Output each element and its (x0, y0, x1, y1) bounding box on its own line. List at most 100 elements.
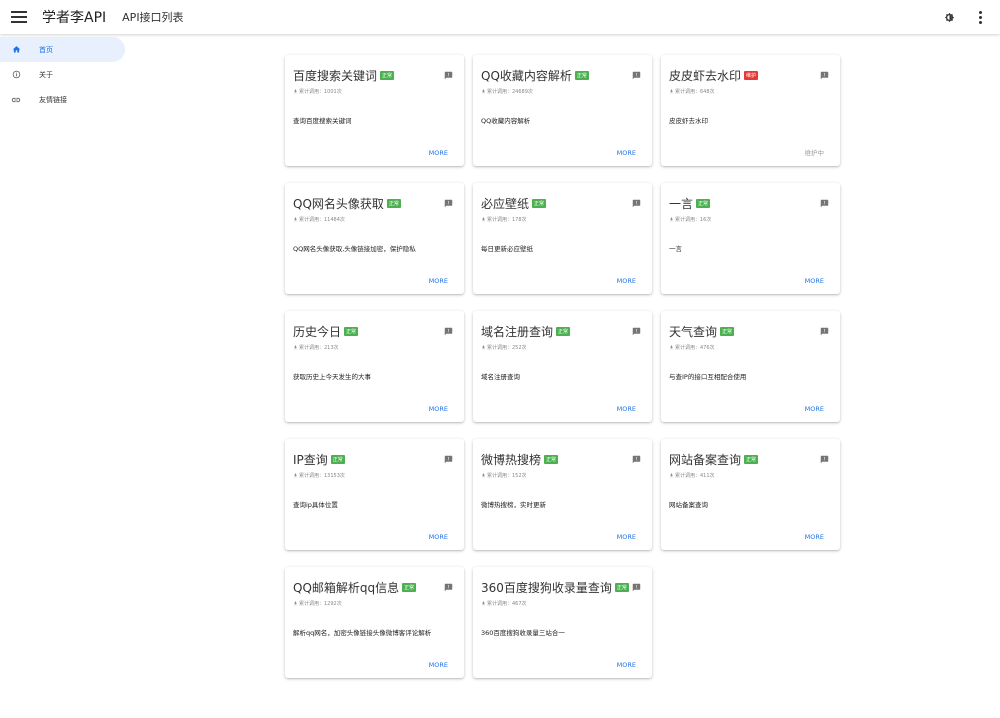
feedback-icon[interactable] (632, 199, 641, 208)
status-badge: 正常 (614, 583, 629, 592)
api-card: QQ邮箱解析qq信息 正常 累计调用：1292次 解析qq网名，加密头像链接头像… (285, 567, 464, 678)
home-icon (11, 45, 21, 55)
more-button[interactable]: MORE (805, 277, 824, 285)
more-button[interactable]: MORE (429, 405, 448, 413)
more-button[interactable]: MORE (617, 149, 636, 157)
card-description: 解析qq网名，加密头像链接头像微博客评论解析 (293, 629, 432, 637)
feedback-icon[interactable] (444, 583, 453, 592)
download-icon (482, 217, 485, 222)
status-badge: 正常 (720, 327, 735, 336)
api-card: QQ收藏内容解析 正常 累计调用：24689次 QQ收藏内容解析 MORE (473, 55, 652, 166)
call-count: 累计调用：467次 (487, 601, 527, 607)
feedback-icon[interactable] (632, 71, 641, 80)
card-stat: 累计调用：152次 (481, 472, 644, 479)
api-card: 必应壁纸 正常 累计调用：178次 每日更新必应壁纸 MORE (473, 183, 652, 294)
maintenance-label: 维护中 (804, 149, 825, 157)
api-card: 360百度搜狗收录量查询 正常 累计调用：467次 360百度搜狗收录量三站合一… (473, 567, 652, 678)
card-stat: 累计调用：411次 (669, 472, 832, 479)
more-button[interactable]: MORE (617, 661, 636, 669)
card-title: 网站备案查询 (669, 453, 742, 467)
more-button[interactable]: MORE (617, 405, 636, 413)
call-count: 累计调用：16次 (675, 217, 712, 223)
api-card: 域名注册查询 正常 累计调用：252次 域名注册查询 MORE (473, 311, 652, 422)
call-count: 累计调用：11484次 (299, 217, 345, 223)
feedback-icon[interactable] (820, 455, 829, 464)
download-icon (482, 601, 485, 606)
more-button[interactable]: MORE (617, 533, 636, 541)
status-badge: 正常 (380, 71, 395, 80)
status-badge: 正常 (330, 455, 345, 464)
download-icon (294, 217, 297, 222)
menu-icon[interactable] (11, 11, 27, 23)
call-count: 累计调用：178次 (487, 217, 527, 223)
api-card: 历史今日 正常 累计调用：213次 获取历史上今天发生的大事 MORE (285, 311, 464, 422)
download-icon (670, 473, 673, 478)
api-card-grid: 百度搜索关键词 正常 累计调用：1001次 查询百度搜索关键词 MORE QQ收… (285, 55, 841, 678)
download-icon (294, 473, 297, 478)
card-title: 皮皮虾去水印 (669, 69, 742, 83)
link-icon (11, 95, 21, 105)
card-stat: 累计调用：178次 (481, 216, 644, 223)
feedback-icon[interactable] (820, 71, 829, 80)
card-title: 历史今日 (293, 325, 342, 339)
feedback-icon[interactable] (820, 199, 829, 208)
download-icon (482, 473, 485, 478)
card-description: 网站备案查询 (669, 501, 708, 509)
sidebar-item-home[interactable]: 首页 (0, 37, 125, 62)
sidebar-item-links[interactable]: 友情链接 (0, 87, 128, 112)
api-card: QQ网名头像获取 正常 累计调用：11484次 QQ网名头像获取,头像链接加密，… (285, 183, 464, 294)
call-count: 累计调用：213次 (299, 345, 339, 351)
api-card: 网站备案查询 正常 累计调用：411次 网站备案查询 MORE (661, 439, 840, 550)
card-title: 一言 (669, 197, 694, 211)
download-icon (670, 217, 673, 222)
card-description: 360百度搜狗收录量三站合一 (481, 629, 565, 637)
api-card: 一言 正常 累计调用：16次 一言 MORE (661, 183, 840, 294)
card-title: 天气查询 (669, 325, 718, 339)
more-button[interactable]: MORE (805, 405, 824, 413)
more-vert-icon[interactable] (977, 10, 984, 24)
feedback-icon[interactable] (444, 327, 453, 336)
card-description: QQ网名头像获取,头像链接加密，保护隐私 (293, 245, 416, 253)
call-count: 累计调用：13153次 (299, 473, 345, 479)
call-count: 累计调用：1001次 (299, 89, 342, 95)
brightness-icon[interactable] (944, 12, 955, 23)
card-stat: 累计调用：213次 (293, 344, 456, 351)
api-card: 皮皮虾去水印 维护 累计调用：648次 皮皮虾去水印 维护中 (661, 55, 840, 166)
card-description: 与查IP的接口互相配合使用 (669, 373, 747, 381)
more-button[interactable]: MORE (617, 277, 636, 285)
feedback-icon[interactable] (444, 199, 453, 208)
download-icon (294, 89, 297, 94)
card-description: 查询百度搜索关键词 (293, 117, 352, 125)
feedback-icon[interactable] (632, 583, 641, 592)
download-icon (670, 345, 673, 350)
feedback-icon[interactable] (444, 455, 453, 464)
more-button[interactable]: MORE (429, 277, 448, 285)
card-title: QQ邮箱解析qq信息 (293, 581, 400, 595)
feedback-icon[interactable] (632, 455, 641, 464)
sidebar-item-about[interactable]: 关于 (0, 62, 128, 87)
sidebar-item-label: 友情链接 (39, 95, 67, 104)
api-card: 微博热搜榜 正常 累计调用：152次 微博热搜榜，实时更新 MORE (473, 439, 652, 550)
more-button[interactable]: MORE (805, 533, 824, 541)
more-button[interactable]: MORE (429, 661, 448, 669)
card-description: 一言 (669, 245, 682, 253)
feedback-icon[interactable] (820, 327, 829, 336)
card-description: 微博热搜榜，实时更新 (481, 501, 546, 509)
download-icon (482, 345, 485, 350)
status-badge: 正常 (344, 327, 359, 336)
info-icon (11, 70, 21, 80)
status-badge: 正常 (744, 455, 759, 464)
card-stat: 累计调用：467次 (481, 600, 644, 607)
card-title: 百度搜索关键词 (293, 69, 378, 83)
feedback-icon[interactable] (444, 71, 453, 80)
card-stat: 累计调用：1292次 (293, 600, 456, 607)
card-description: 域名注册查询 (481, 373, 520, 381)
card-description: 获取历史上今天发生的大事 (293, 373, 371, 381)
download-icon (670, 89, 673, 94)
feedback-icon[interactable] (632, 327, 641, 336)
card-title: IP查询 (293, 453, 328, 467)
more-button[interactable]: MORE (429, 533, 448, 541)
more-button[interactable]: MORE (429, 149, 448, 157)
call-count: 累计调用：252次 (487, 345, 527, 351)
sidebar-item-label: 首页 (39, 45, 53, 54)
